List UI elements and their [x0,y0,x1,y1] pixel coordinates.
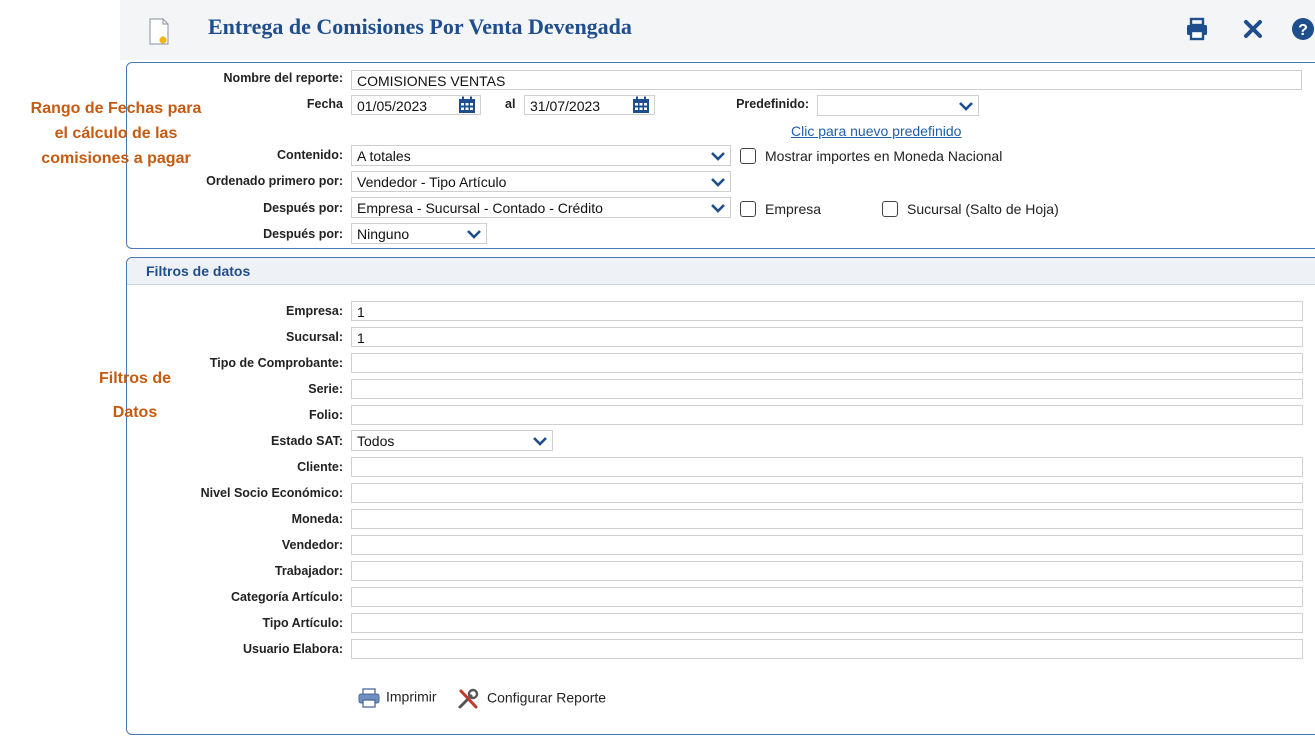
imprimir-button[interactable]: Imprimir [358,688,437,708]
nivel-socio-input[interactable] [351,483,1303,503]
sucursal-label: Sucursal: [286,330,343,344]
vendedor-label: Vendedor: [281,538,343,552]
sucursal-checkbox[interactable] [882,201,898,217]
predefinido-select[interactable] [817,95,979,116]
chevron-down-icon [533,437,547,446]
folio-label: Folio: [308,408,343,422]
svg-text:?: ? [1298,22,1308,39]
folio-input[interactable] [351,405,1303,425]
categoria-articulo-label: Categoría Artículo: [230,590,343,604]
document-icon [149,18,169,45]
categoria-articulo-input[interactable] [351,587,1303,607]
printer-icon [358,688,380,708]
moneda-nacional-checkbox[interactable] [740,148,756,164]
usuario-elabora-label: Usuario Elabora: [242,642,343,656]
trabajador-label: Trabajador: [274,564,343,578]
printer-icon[interactable] [1184,16,1210,42]
nuevo-predefinido-link[interactable]: Clic para nuevo predefinido [791,123,961,139]
close-icon[interactable] [1240,16,1266,42]
empresa-checkbox[interactable] [740,201,756,217]
filters-panel-header: Filtros de datos [127,258,1315,285]
moneda-input[interactable] [351,509,1303,529]
tipo-articulo-label: Tipo Artículo: [262,616,343,630]
tools-icon [458,688,479,709]
ordenado-label: Ordenado primero por: [206,174,343,188]
calendar-icon[interactable] [632,96,650,114]
cliente-input[interactable] [351,457,1303,477]
despues-por-label: Después por: [263,201,343,215]
predefinido-label: Predefinido: [736,97,809,111]
usuario-elabora-input[interactable] [351,639,1303,659]
al-label: al [505,97,516,111]
vendedor-input[interactable] [351,535,1303,555]
estado-sat-select[interactable]: Todos [351,430,553,451]
ordenado-select[interactable]: Vendedor - Tipo Artículo [351,171,731,192]
fecha-label: Fecha [306,97,343,111]
estado-sat-label: Estado SAT: [271,434,343,448]
filters-title: Filtros de datos [146,263,251,279]
moneda-nacional-label: Mostrar importes en Moneda Nacional [765,148,1003,164]
report-name-input[interactable]: COMISIONES VENTAS [351,70,1302,90]
filtros-datos-annotation: Filtros de Datos [98,370,171,421]
page-title: Entrega de Comisiones Por Venta Devengad… [208,14,632,39]
empresa-label: Empresa: [286,304,343,318]
configurar-reporte-button[interactable]: Configurar Reporte [457,688,606,710]
sucursal-input[interactable]: 1 [351,327,1303,347]
tipo-comprobante-label: Tipo de Comprobante: [209,356,343,370]
empresa-input[interactable]: 1 [351,301,1303,321]
sucursal-checkbox-label: Sucursal (Salto de Hoja) [907,201,1059,217]
chevron-down-icon [959,102,973,111]
cliente-label: Cliente: [297,460,343,474]
nivel-socio-label: Nivel Socio Económico: [200,486,343,500]
trabajador-input[interactable] [351,561,1303,581]
report-name-label: Nombre del reporte: [223,71,343,85]
tipo-articulo-input[interactable] [351,613,1303,633]
rango-fechas-annotation: Rango de Fechas para el cálculo de las c… [30,100,202,167]
chevron-down-icon [711,204,725,213]
moneda-label: Moneda: [291,512,343,526]
serie-label: Serie: [308,382,343,396]
help-icon[interactable]: ? [1290,16,1315,42]
contenido-select[interactable]: A totales [351,145,731,166]
chevron-down-icon [711,178,725,187]
chevron-down-icon [711,152,725,161]
despues-por-select[interactable]: Empresa - Sucursal - Contado - Crédito [351,197,731,218]
tipo-comprobante-input[interactable] [351,353,1303,373]
contenido-label: Contenido: [277,148,343,162]
serie-input[interactable] [351,379,1303,399]
despues-por-2-label: Después por: [263,227,343,241]
chevron-down-icon [467,230,481,239]
calendar-icon[interactable] [458,96,476,114]
empresa-checkbox-label: Empresa [765,201,822,217]
despues-por-2-select[interactable]: Ninguno [351,223,487,244]
header-bar: Entrega de Comisiones Por Venta Devengad… [120,0,1315,60]
